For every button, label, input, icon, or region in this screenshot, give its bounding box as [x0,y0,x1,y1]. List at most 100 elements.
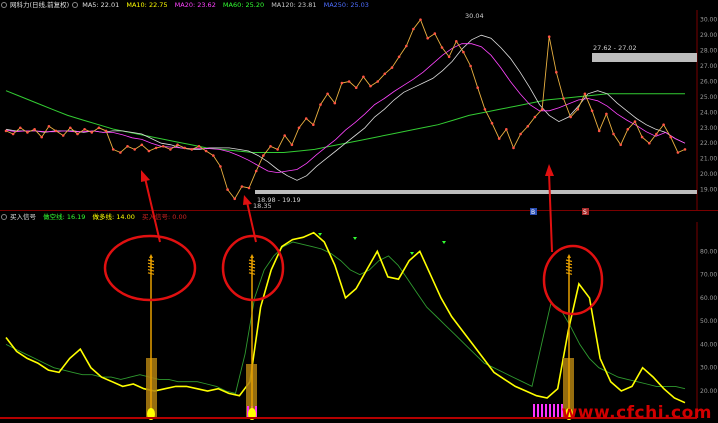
peak-arrow [410,252,414,255]
price-point [612,132,615,136]
price-point [283,134,287,137]
price-point [147,149,151,153]
price-point [76,132,79,136]
ma20-line [5,43,686,174]
price-point [240,185,244,188]
spring-coil [565,262,573,266]
price-point [190,148,194,151]
price-tick-label: 27.00 [700,63,717,70]
price-point [297,126,301,130]
price-point [376,80,380,83]
signal-springs [147,254,573,275]
indicator-tick-label: 30.00 [700,365,717,372]
price-point [583,92,587,96]
price-point [512,146,515,150]
price-point [619,143,622,147]
price-point [290,143,294,147]
spring-coil [248,269,256,272]
price-point [626,128,630,131]
arrow-line [548,171,553,253]
price-tick-label: 21.00 [700,156,717,163]
magenta-bar [549,404,551,418]
spring-coil [248,262,256,266]
price-point [197,145,201,148]
price-point [126,145,129,148]
arrow-head [141,170,150,182]
price-point [597,129,601,133]
price-tick-label: 25.00 [700,94,717,101]
spring-coil [248,259,256,263]
price-tick-label: 22.00 [700,140,717,147]
event-marker-b-label: B [531,209,535,216]
price-point [40,135,43,139]
price-point [140,143,144,147]
price-point [433,32,437,35]
price-point [226,188,229,191]
magenta-histogram [247,404,563,418]
magenta-bar [537,404,539,418]
price-point [4,129,8,133]
low-range-label: 18.98 - 19.19 [257,196,301,204]
price-point [497,137,501,140]
price-line [5,18,686,200]
highlight-circle [542,244,604,316]
price-point [526,125,530,128]
price-point [640,135,644,139]
price-point [483,108,487,111]
indicator-tick-label: 80.00 [700,248,717,255]
price-point [54,129,58,133]
price-point [33,128,36,131]
price-point [97,126,101,130]
price-point [562,97,565,100]
spring-coil [147,259,155,263]
magenta-bar [557,404,559,418]
price-point [476,86,480,89]
price-tick-label: 20.00 [700,171,717,178]
price-tick-label: 26.00 [700,78,717,85]
spring-coil [147,262,155,266]
support-band [255,190,697,194]
price-point [576,108,580,111]
price-point [247,186,251,190]
spring-coil [565,259,573,263]
peak-arrow [318,233,322,236]
price-point [183,146,186,150]
spring-tip [149,254,153,258]
buy-signal-bars [146,358,574,418]
price-point [219,165,222,168]
price-point [676,151,680,154]
spring-coil [565,265,573,269]
magenta-bar [545,404,547,418]
price-point [340,81,344,85]
price-point [405,44,408,48]
ma5-line [5,34,686,181]
watermark: www.cfchi.com [561,403,712,423]
price-point [390,66,394,69]
price-point [83,128,86,131]
price-point [161,145,165,148]
spring-tip [567,254,571,258]
spring-coil [147,265,155,269]
price-point [655,132,658,136]
price-point [269,145,272,148]
price-point [426,36,430,40]
price-point [669,135,672,139]
price-point [254,169,258,173]
gap-range-label: 27.62 - 27.02 [593,44,637,52]
price-point [605,112,608,116]
price-point [312,123,315,126]
price-point [104,129,108,133]
arrow-head [545,164,554,176]
price-point [212,154,215,157]
price-point [276,148,279,151]
price-point [683,148,687,151]
indicator-tick-label: 50.00 [700,318,717,325]
price-tick-label: 23.00 [700,125,717,132]
price-point [154,146,158,150]
price-point [169,148,172,151]
price-point [19,126,22,130]
spring-coil [565,269,573,272]
price-point [397,55,401,59]
price-point [362,75,365,79]
price-point [412,27,415,31]
